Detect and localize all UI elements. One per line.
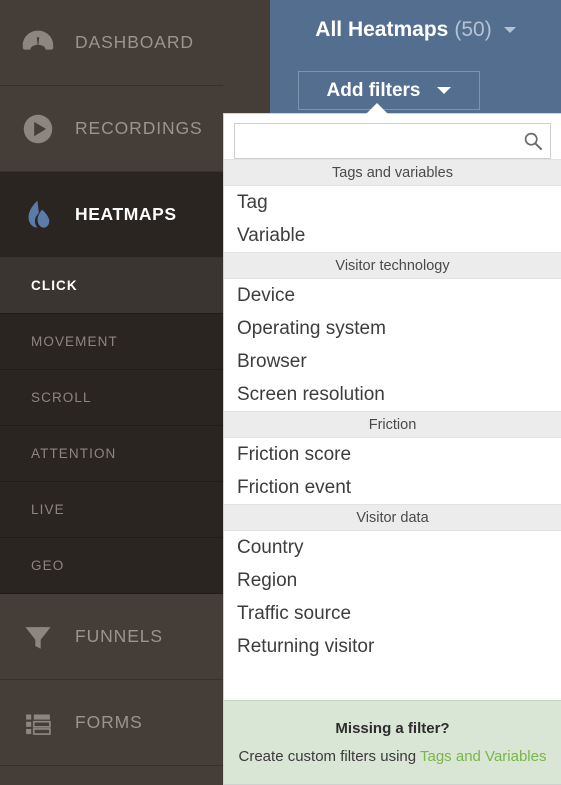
filter-option-friction-score[interactable]: Friction score	[224, 438, 561, 471]
sidebar-subitem-label: GEO	[31, 558, 65, 573]
sidebar-item-label: HEATMAPS	[75, 204, 177, 224]
filter-group-header: Tags and variables	[224, 159, 561, 186]
sidebar-subitem-label: LIVE	[31, 502, 65, 517]
filter-option-returning-visitor[interactable]: Returning visitor	[224, 630, 561, 663]
filter-option-device[interactable]: Device	[224, 279, 561, 312]
sidebar-item-recordings[interactable]: RECORDINGS	[0, 86, 223, 172]
sidebar-item-label: RECORDINGS	[75, 118, 203, 138]
filter-option-friction-event[interactable]: Friction event	[224, 471, 561, 504]
forms-icon	[26, 714, 51, 735]
funnel-icon	[17, 616, 59, 658]
sidebar-subitem-label: ATTENTION	[31, 446, 117, 461]
sidebar-item-label: FUNNELS	[75, 626, 163, 646]
play-circle-icon	[23, 114, 53, 143]
filter-option-country[interactable]: Country	[224, 531, 561, 564]
sidebar-item-forms[interactable]: FORMS	[0, 680, 223, 766]
forms-icon	[17, 702, 59, 744]
filter-option-region[interactable]: Region	[224, 564, 561, 597]
sidebar-subitem-label: MOVEMENT	[31, 334, 118, 349]
page-title: All Heatmaps	[315, 18, 449, 41]
filter-option-browser[interactable]: Browser	[224, 345, 561, 378]
gauge-icon	[22, 30, 54, 50]
footer-subtext: Create custom filters using Tags and Var…	[239, 748, 547, 765]
chevron-down-icon	[503, 27, 516, 33]
sidebar-item-funnels[interactable]: FUNNELS	[0, 594, 223, 680]
play-circle-icon	[17, 108, 59, 150]
sidebar-subitem-attention[interactable]: ATTENTION	[0, 426, 223, 482]
filter-option-screen-resolution[interactable]: Screen resolution	[224, 378, 561, 411]
sidebar-item-label: FORMS	[75, 712, 143, 732]
footer-text: Create custom filters using	[238, 748, 417, 765]
filter-options-list: Tags and variables Tag Variable Visitor tec…	[224, 159, 561, 700]
sidebar-subitem-geo[interactable]: GEO	[0, 538, 223, 594]
filter-group-header: Visitor technology	[224, 252, 561, 279]
sidebar-subitem-movement[interactable]: MOVEMENT	[0, 314, 223, 370]
sidebar-subitem-label: CLICK	[31, 278, 78, 293]
footer-title: Missing a filter?	[335, 720, 450, 737]
tags-and-variables-link[interactable]: Tags and Variables	[420, 748, 546, 765]
sidebar-subitem-click[interactable]: CLICK	[0, 258, 223, 314]
chevron-down-icon	[437, 87, 452, 94]
filter-option-traffic-source[interactable]: Traffic source	[224, 597, 561, 630]
missing-filter-footer: Missing a filter? Create custom filters …	[224, 700, 561, 784]
sidebar-subitem-scroll[interactable]: SCROLL	[0, 370, 223, 426]
sidebar: DASHBOARD RECORDINGS HEATMAPS CLICK MOVEMENT…	[0, 0, 223, 785]
add-filters-button[interactable]: Add filters	[298, 71, 480, 110]
filter-group-header: Visitor data	[224, 504, 561, 531]
filter-option-operating-system[interactable]: Operating system	[224, 312, 561, 345]
filter-option-variable[interactable]: Variable	[224, 219, 561, 252]
gauge-icon	[17, 22, 59, 64]
filter-group-header: Friction	[224, 411, 561, 438]
sidebar-subitem-live[interactable]: LIVE	[0, 482, 223, 538]
sidebar-item-label: DASHBOARD	[75, 32, 194, 52]
sidebar-subitem-label: SCROLL	[31, 390, 92, 405]
heatmaps-count: (50)	[454, 18, 492, 41]
filter-option-tag[interactable]: Tag	[224, 186, 561, 219]
add-filters-label: Add filters	[326, 79, 421, 101]
flame-icon	[28, 200, 50, 228]
add-filters-dropdown-panel: Tags and variables Tag Variable Visitor tec…	[223, 113, 561, 785]
sidebar-item-dashboard[interactable]: DASHBOARD	[0, 0, 223, 86]
funnel-icon	[25, 626, 51, 649]
sidebar-item-heatmaps[interactable]: HEATMAPS	[0, 172, 223, 258]
flame-icon	[17, 194, 59, 236]
search-input[interactable]	[234, 123, 551, 159]
dropdown-pointer-arrow	[366, 103, 388, 114]
search-field-wrapper	[234, 123, 551, 159]
app-root: DASHBOARD RECORDINGS HEATMAPS CLICK MOVEMENT…	[0, 0, 561, 785]
all-heatmaps-dropdown-toggle[interactable]: All Heatmaps (50)	[270, 0, 561, 60]
